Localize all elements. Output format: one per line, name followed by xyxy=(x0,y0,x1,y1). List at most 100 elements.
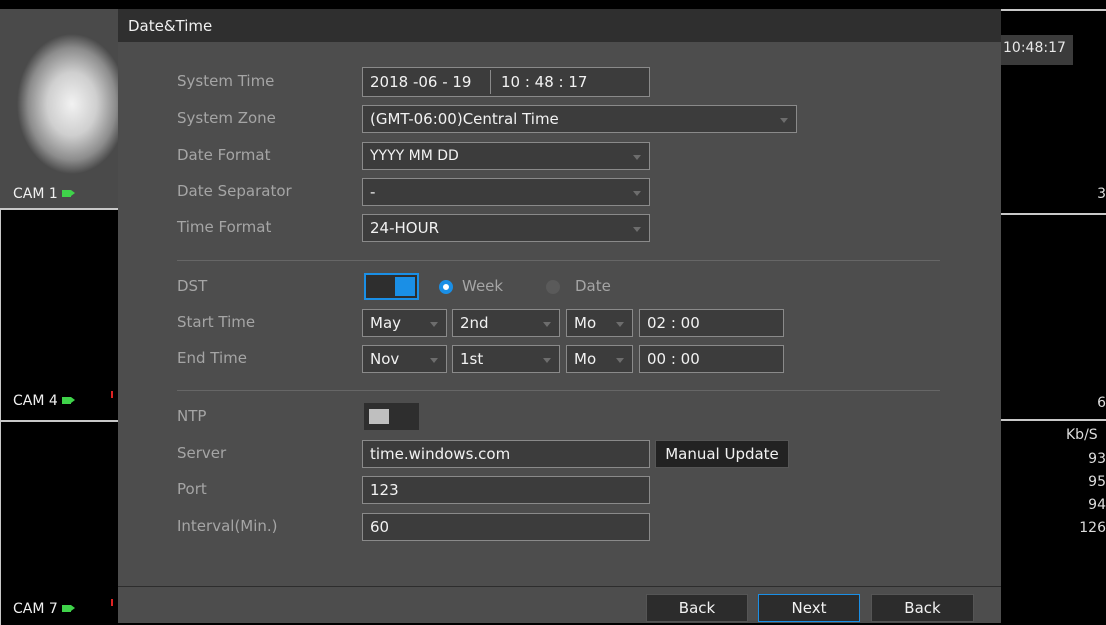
interval-input[interactable]: 60 xyxy=(362,513,650,541)
chevron-down-icon xyxy=(616,322,624,327)
chevron-down-icon xyxy=(633,227,641,232)
time-format-value: 24-HOUR xyxy=(370,219,439,237)
port-input[interactable]: 123 xyxy=(362,476,650,504)
start-week-value: 2nd xyxy=(460,314,489,332)
bitrate-value: 95 xyxy=(1088,474,1106,490)
dst-date-label[interactable]: Date xyxy=(575,277,611,295)
chevron-down-icon xyxy=(616,358,624,363)
dst-toggle[interactable] xyxy=(364,273,419,300)
system-zone-value: (GMT-06:00)Central Time xyxy=(370,110,559,128)
server-value: time.windows.com xyxy=(370,445,511,463)
date-format-label: Date Format xyxy=(177,146,271,164)
motion-indicator xyxy=(111,391,113,398)
date-time-dialog: Date&Time System Time 2018 -06 - 19 10 :… xyxy=(118,9,1001,623)
chevron-down-icon xyxy=(543,358,551,363)
system-zone-label: System Zone xyxy=(177,109,276,127)
dst-date-radio[interactable] xyxy=(546,280,560,294)
ntp-toggle[interactable] xyxy=(364,403,419,430)
bitrate-value: 94 xyxy=(1088,497,1106,513)
grid-divider xyxy=(1001,419,1106,421)
next-button[interactable]: Next xyxy=(758,594,860,622)
port-label: Port xyxy=(177,480,207,498)
start-day-select[interactable]: Mo xyxy=(566,309,633,337)
system-time-field[interactable]: 2018 -06 - 19 10 : 48 : 17 xyxy=(362,67,650,97)
camera-icon xyxy=(61,190,75,197)
grid-divider xyxy=(0,208,118,210)
end-time-label: End Time xyxy=(177,349,247,367)
time-format-select[interactable]: 24-HOUR xyxy=(362,214,650,242)
date-format-value: YYYY MM DD xyxy=(370,148,459,164)
server-label: Server xyxy=(177,444,227,462)
interval-label: Interval(Min.) xyxy=(177,517,278,535)
start-month-value: May xyxy=(370,314,402,332)
footer-divider xyxy=(118,586,1001,587)
end-day-value: Mo xyxy=(574,350,597,368)
server-input[interactable]: time.windows.com xyxy=(362,440,650,468)
grid-divider xyxy=(1001,213,1106,215)
grid-divider xyxy=(0,420,118,422)
camera-name: CAM 1 xyxy=(13,186,58,202)
camera-4-label: CAM 4 xyxy=(13,393,75,409)
date-separator-label: Date Separator xyxy=(177,182,292,200)
time-format-label: Time Format xyxy=(177,218,272,236)
edge-value: 6 xyxy=(1097,395,1106,411)
camera-name: CAM 4 xyxy=(13,393,58,409)
camera-7-label: CAM 7 xyxy=(13,601,75,617)
chevron-down-icon xyxy=(780,118,788,123)
camera-icon xyxy=(61,605,75,612)
date-separator-select[interactable]: - xyxy=(362,178,650,206)
start-month-select[interactable]: May xyxy=(362,309,447,337)
camera-1-label: CAM 1 xyxy=(13,186,75,202)
system-time-label: System Time xyxy=(177,72,275,90)
back-button[interactable]: Back xyxy=(646,594,748,622)
date-format-select[interactable]: YYYY MM DD xyxy=(362,142,650,170)
chevron-down-icon xyxy=(430,322,438,327)
start-time-input[interactable]: 02 : 00 xyxy=(639,309,784,337)
start-time-label: Start Time xyxy=(177,313,256,331)
date-time-divider xyxy=(490,70,491,94)
grid-divider xyxy=(1001,9,1106,11)
dialog-title: Date&Time xyxy=(128,17,213,35)
dst-week-label[interactable]: Week xyxy=(462,277,503,295)
start-week-select[interactable]: 2nd xyxy=(452,309,560,337)
system-clock: 10:48:17 xyxy=(1001,35,1073,65)
dst-label: DST xyxy=(177,277,208,295)
edge-value: 3 xyxy=(1097,186,1106,202)
camera-name: CAM 7 xyxy=(13,601,58,617)
section-divider xyxy=(177,390,940,391)
motion-indicator xyxy=(111,599,113,606)
system-zone-select[interactable]: (GMT-06:00)Central Time xyxy=(362,105,797,133)
end-time-value: 00 : 00 xyxy=(647,350,700,368)
end-month-value: Nov xyxy=(370,350,400,368)
end-month-select[interactable]: Nov xyxy=(362,345,447,373)
grid-divider xyxy=(0,208,1,625)
end-week-select[interactable]: 1st xyxy=(452,345,560,373)
chevron-down-icon xyxy=(430,358,438,363)
port-value: 123 xyxy=(370,481,399,499)
section-divider xyxy=(177,260,940,261)
bitrate-value: 126 xyxy=(1079,520,1106,536)
end-time-input[interactable]: 00 : 00 xyxy=(639,345,784,373)
camera-icon xyxy=(61,397,75,404)
bitrate-header: Kb/S xyxy=(1066,427,1098,443)
end-week-value: 1st xyxy=(460,350,484,368)
system-time-value[interactable]: 10 : 48 : 17 xyxy=(501,68,587,96)
manual-update-button[interactable]: Manual Update xyxy=(655,440,789,468)
chevron-down-icon xyxy=(543,322,551,327)
toggle-knob xyxy=(369,409,389,424)
dst-week-radio[interactable] xyxy=(439,280,453,294)
chevron-down-icon xyxy=(633,155,641,160)
start-time-value: 02 : 00 xyxy=(647,314,700,332)
start-day-value: Mo xyxy=(574,314,597,332)
toggle-knob xyxy=(395,277,415,296)
system-date-value[interactable]: 2018 -06 - 19 xyxy=(370,73,471,91)
dialog-titlebar: Date&Time xyxy=(118,9,1001,42)
back-button-2[interactable]: Back xyxy=(871,594,974,622)
bitrate-value: 93 xyxy=(1088,451,1106,467)
interval-value: 60 xyxy=(370,518,390,536)
ntp-label: NTP xyxy=(177,407,207,425)
end-day-select[interactable]: Mo xyxy=(566,345,633,373)
camera-1-view[interactable] xyxy=(0,9,118,208)
date-separator-value: - xyxy=(370,183,376,201)
chevron-down-icon xyxy=(633,191,641,196)
